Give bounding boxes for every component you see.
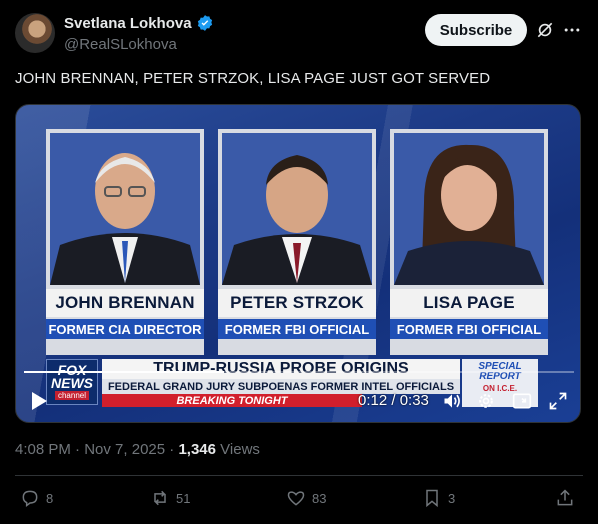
person-panel-page: LISA PAGE FORMER FBI OFFICIAL (390, 129, 548, 355)
post-time[interactable]: 4:08 PM (15, 441, 71, 458)
person-title: FORMER FBI OFFICIAL (390, 319, 548, 339)
person-name: PETER STRZOK (218, 289, 376, 317)
heart-icon (287, 491, 305, 506)
picture-in-picture-icon[interactable] (512, 391, 532, 411)
person-panel-brennan: JOHN BRENNAN FORMER CIA DIRECTOR (46, 129, 204, 355)
author-display-name[interactable]: Svetlana Lokhova (64, 15, 192, 32)
video-time: 0:12 / 0:33 (358, 392, 429, 409)
bookmark-count: 3 (448, 490, 456, 506)
like-count: 83 (312, 490, 327, 506)
play-icon[interactable] (30, 391, 48, 411)
share-icon (557, 489, 573, 506)
portrait-photo (222, 133, 372, 285)
post-date[interactable]: Nov 7, 2025 (84, 441, 165, 458)
bookmark-button[interactable]: 3 (422, 488, 455, 508)
author-name-row[interactable]: Svetlana Lokhova (64, 14, 214, 32)
like-button[interactable]: 83 (286, 488, 326, 508)
bookmark-icon (426, 489, 438, 508)
divider (15, 475, 583, 476)
video-progress-bar[interactable] (24, 371, 574, 373)
action-bar: 8 51 83 3 (0, 486, 598, 512)
post-meta: 4:08 PM · Nov 7, 2025 · 1,346 Views (15, 441, 260, 458)
settings-icon[interactable] (476, 391, 496, 411)
reply-count: 8 (46, 490, 54, 506)
portrait-photo (394, 133, 544, 285)
reply-icon (22, 490, 38, 507)
subscribe-button[interactable]: Subscribe (425, 14, 527, 46)
verified-badge-icon (197, 15, 212, 31)
person-title: FORMER FBI OFFICIAL (218, 319, 376, 339)
more-icon[interactable] (562, 20, 582, 40)
video-player[interactable]: JOHN BRENNAN FORMER CIA DIRECTOR PETER S… (15, 104, 581, 423)
post-text: JOHN BRENNAN, PETER STRZOK, LISA PAGE JU… (15, 70, 491, 87)
portrait-photo (50, 133, 200, 285)
repost-count: 51 (176, 490, 191, 506)
grok-icon[interactable] (535, 20, 555, 40)
volume-icon[interactable] (442, 391, 462, 411)
person-title: FORMER CIA DIRECTOR (46, 319, 204, 339)
repost-icon (154, 490, 166, 506)
repost-button[interactable]: 51 (150, 488, 190, 508)
person-panel-strzok: PETER STRZOK FORMER FBI OFFICIAL (218, 129, 376, 355)
fullscreen-icon[interactable] (548, 391, 568, 411)
news-headline: TRUMP-RUSSIA PROBE ORIGINS (102, 359, 460, 379)
share-button[interactable] (555, 488, 575, 508)
avatar[interactable] (15, 13, 55, 53)
video-controls: 0:12 / 0:33 (16, 387, 580, 417)
person-name: JOHN BRENNAN (46, 289, 204, 317)
views-count: 1,346 (178, 441, 216, 458)
video-progress-fill (24, 371, 225, 373)
person-name: LISA PAGE (390, 289, 548, 317)
views-label: Views (220, 441, 260, 458)
author-handle[interactable]: @RealSLokhova (64, 36, 177, 53)
meta-separator: · (169, 441, 175, 458)
reply-button[interactable]: 8 (20, 488, 53, 508)
meta-separator: · (75, 441, 81, 458)
